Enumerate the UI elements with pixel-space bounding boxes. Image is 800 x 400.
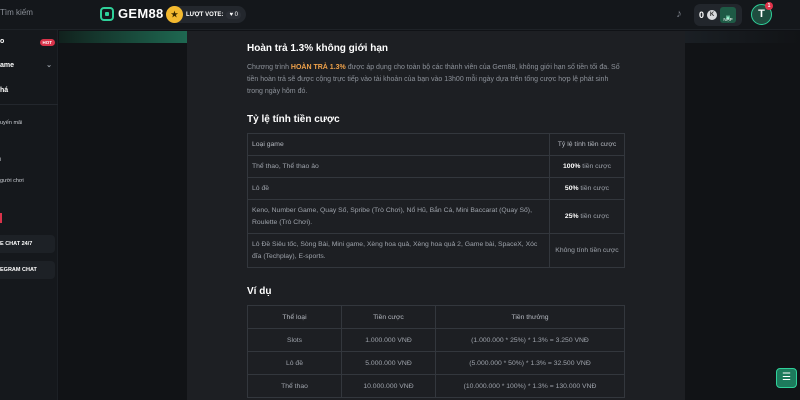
sidebar-item-game[interactable]: ame ⌄ <box>0 62 58 69</box>
hot-badge: HOT <box>39 39 55 46</box>
table-header-row: Thể loại Tiền cược Tiền thưởng <box>247 305 625 329</box>
notification-badge: 1 <box>765 2 773 10</box>
table-cell: Lô đề <box>247 177 550 200</box>
table-cell: Slots <box>247 328 342 352</box>
table-header: Tiền cược <box>341 305 436 329</box>
gem-logo-icon <box>100 6 114 21</box>
sidebar-item-promotion[interactable]: uyến mãi <box>0 120 58 126</box>
table-row: Thể thao, Thể thao ảo 100% tiền cược <box>247 155 625 178</box>
table-cell: 5.000.000 VNĐ <box>341 351 436 375</box>
table-header-row: Loại game Tỷ lệ tính tiền cược <box>247 133 625 156</box>
table-cell: (10.000.000 * 100%) * 1.3% = 130.000 VNĐ <box>435 374 625 398</box>
telegram-chat-button[interactable]: EGRAM CHAT <box>0 261 55 279</box>
table-cell: Thể thao <box>247 374 342 398</box>
table-cell: Không tính tiền cược <box>549 233 625 268</box>
wallet-balance[interactable]: 0 K ▣ NẠP <box>694 4 742 26</box>
vote-counter[interactable]: ★ LƯỢT VOTE: ♥ 0 <box>166 6 247 23</box>
table-cell: 25% tiền cược <box>549 199 625 234</box>
search-placeholder: Tìm kiếm <box>0 8 33 17</box>
table-header: Thể loại <box>247 305 342 329</box>
coin-icon: K <box>707 10 718 20</box>
active-marker <box>0 213 2 223</box>
table-cell: Thể thao, Thể thao ảo <box>247 155 550 178</box>
table-row: Slots 1.000.000 VNĐ (1.000.000 * 25%) * … <box>247 328 625 352</box>
section-title-rate: Tỷ lệ tính tiền cược <box>247 114 340 125</box>
sidebar-item-players[interactable]: gười chơi <box>0 178 58 184</box>
table-cell: Lô đề <box>247 351 342 375</box>
site-logo[interactable]: GEM88 <box>100 6 164 21</box>
chat-icon[interactable]: ☰ <box>776 368 797 388</box>
rebate-description: Chương trình HOÀN TRẢ 1.3% được áp dụng … <box>247 64 620 95</box>
table-cell: 10.000.000 VNĐ <box>341 374 436 398</box>
avatar[interactable]: T 1 <box>751 2 773 25</box>
sidebar-item-misc[interactable]: i <box>0 157 58 163</box>
live-chat-button[interactable]: E CHAT 24/7 <box>0 235 55 253</box>
logo-text: GEM88 <box>118 6 164 21</box>
trophy-icon: ★ <box>166 6 183 23</box>
table-header: Loại game <box>247 133 550 156</box>
example-table: Thể loại Tiền cược Tiền thưởng Slots 1.0… <box>247 305 625 398</box>
header-shade <box>685 31 800 43</box>
table-row: Lô đề 5.000.000 VNĐ (5.000.000 * 50%) * … <box>247 351 625 375</box>
table-cell: Lô Đề Siêu tốc, Sòng Bài, Mini game, Xèn… <box>247 233 550 268</box>
table-cell: 100% tiền cược <box>549 155 625 178</box>
section-title-rebate: Hoàn trả 1.3% không giới hạn <box>247 43 389 54</box>
table-cell: 1.000.000 VNĐ <box>341 328 436 352</box>
table-row: Keno, Number Game, Quay Số, Spribe (Trò … <box>247 199 625 234</box>
wallet-amount: 0 <box>699 10 705 20</box>
bell-icon[interactable]: ♪ <box>673 8 685 20</box>
table-row: Lô Đề Siêu tốc, Sòng Bài, Mini game, Xèn… <box>247 233 625 268</box>
table-row: Lô đề 50% tiền cược <box>247 177 625 200</box>
rate-table: Loại game Tỷ lệ tính tiền cược Thể thao,… <box>247 133 625 268</box>
table-header: Tiền thưởng <box>435 305 625 329</box>
section-title-example: Ví dụ <box>247 286 272 297</box>
rebate-highlight: HOÀN TRẢ 1.3% <box>290 64 346 71</box>
sidebar-divider <box>0 104 58 105</box>
chevron-down-icon: ⌄ <box>46 62 52 69</box>
sidebar-item-explore[interactable]: há <box>0 87 58 94</box>
table-row: Thể thao 10.000.000 VNĐ (10.000.000 * 10… <box>247 374 625 398</box>
vote-label: LƯỢT VOTE: <box>186 11 224 18</box>
table-cell: Keno, Number Game, Quay Số, Spribe (Trò … <box>247 199 550 234</box>
sidebar: o HOT ame ⌄ há uyến mãi i gười chơi E CH… <box>0 30 58 400</box>
deposit-button[interactable]: ▣ NẠP <box>720 7 737 23</box>
table-cell: (1.000.000 * 25%) * 1.3% = 3.250 VNĐ <box>435 328 625 352</box>
table-cell: 50% tiền cược <box>549 177 625 200</box>
search-input[interactable]: Tìm kiếm <box>0 8 33 17</box>
header-glow <box>59 31 187 43</box>
vote-count: ♥ 0 <box>226 10 242 19</box>
sidebar-item-home[interactable]: o HOT <box>0 38 58 46</box>
table-cell: (5.000.000 * 50%) * 1.3% = 32.500 VNĐ <box>435 351 625 375</box>
table-header: Tỷ lệ tính tiền cược <box>549 133 625 156</box>
top-bar: Tìm kiếm GEM88 ★ LƯỢT VOTE: ♥ 0 ♪ 0 K ▣ N… <box>0 0 800 30</box>
